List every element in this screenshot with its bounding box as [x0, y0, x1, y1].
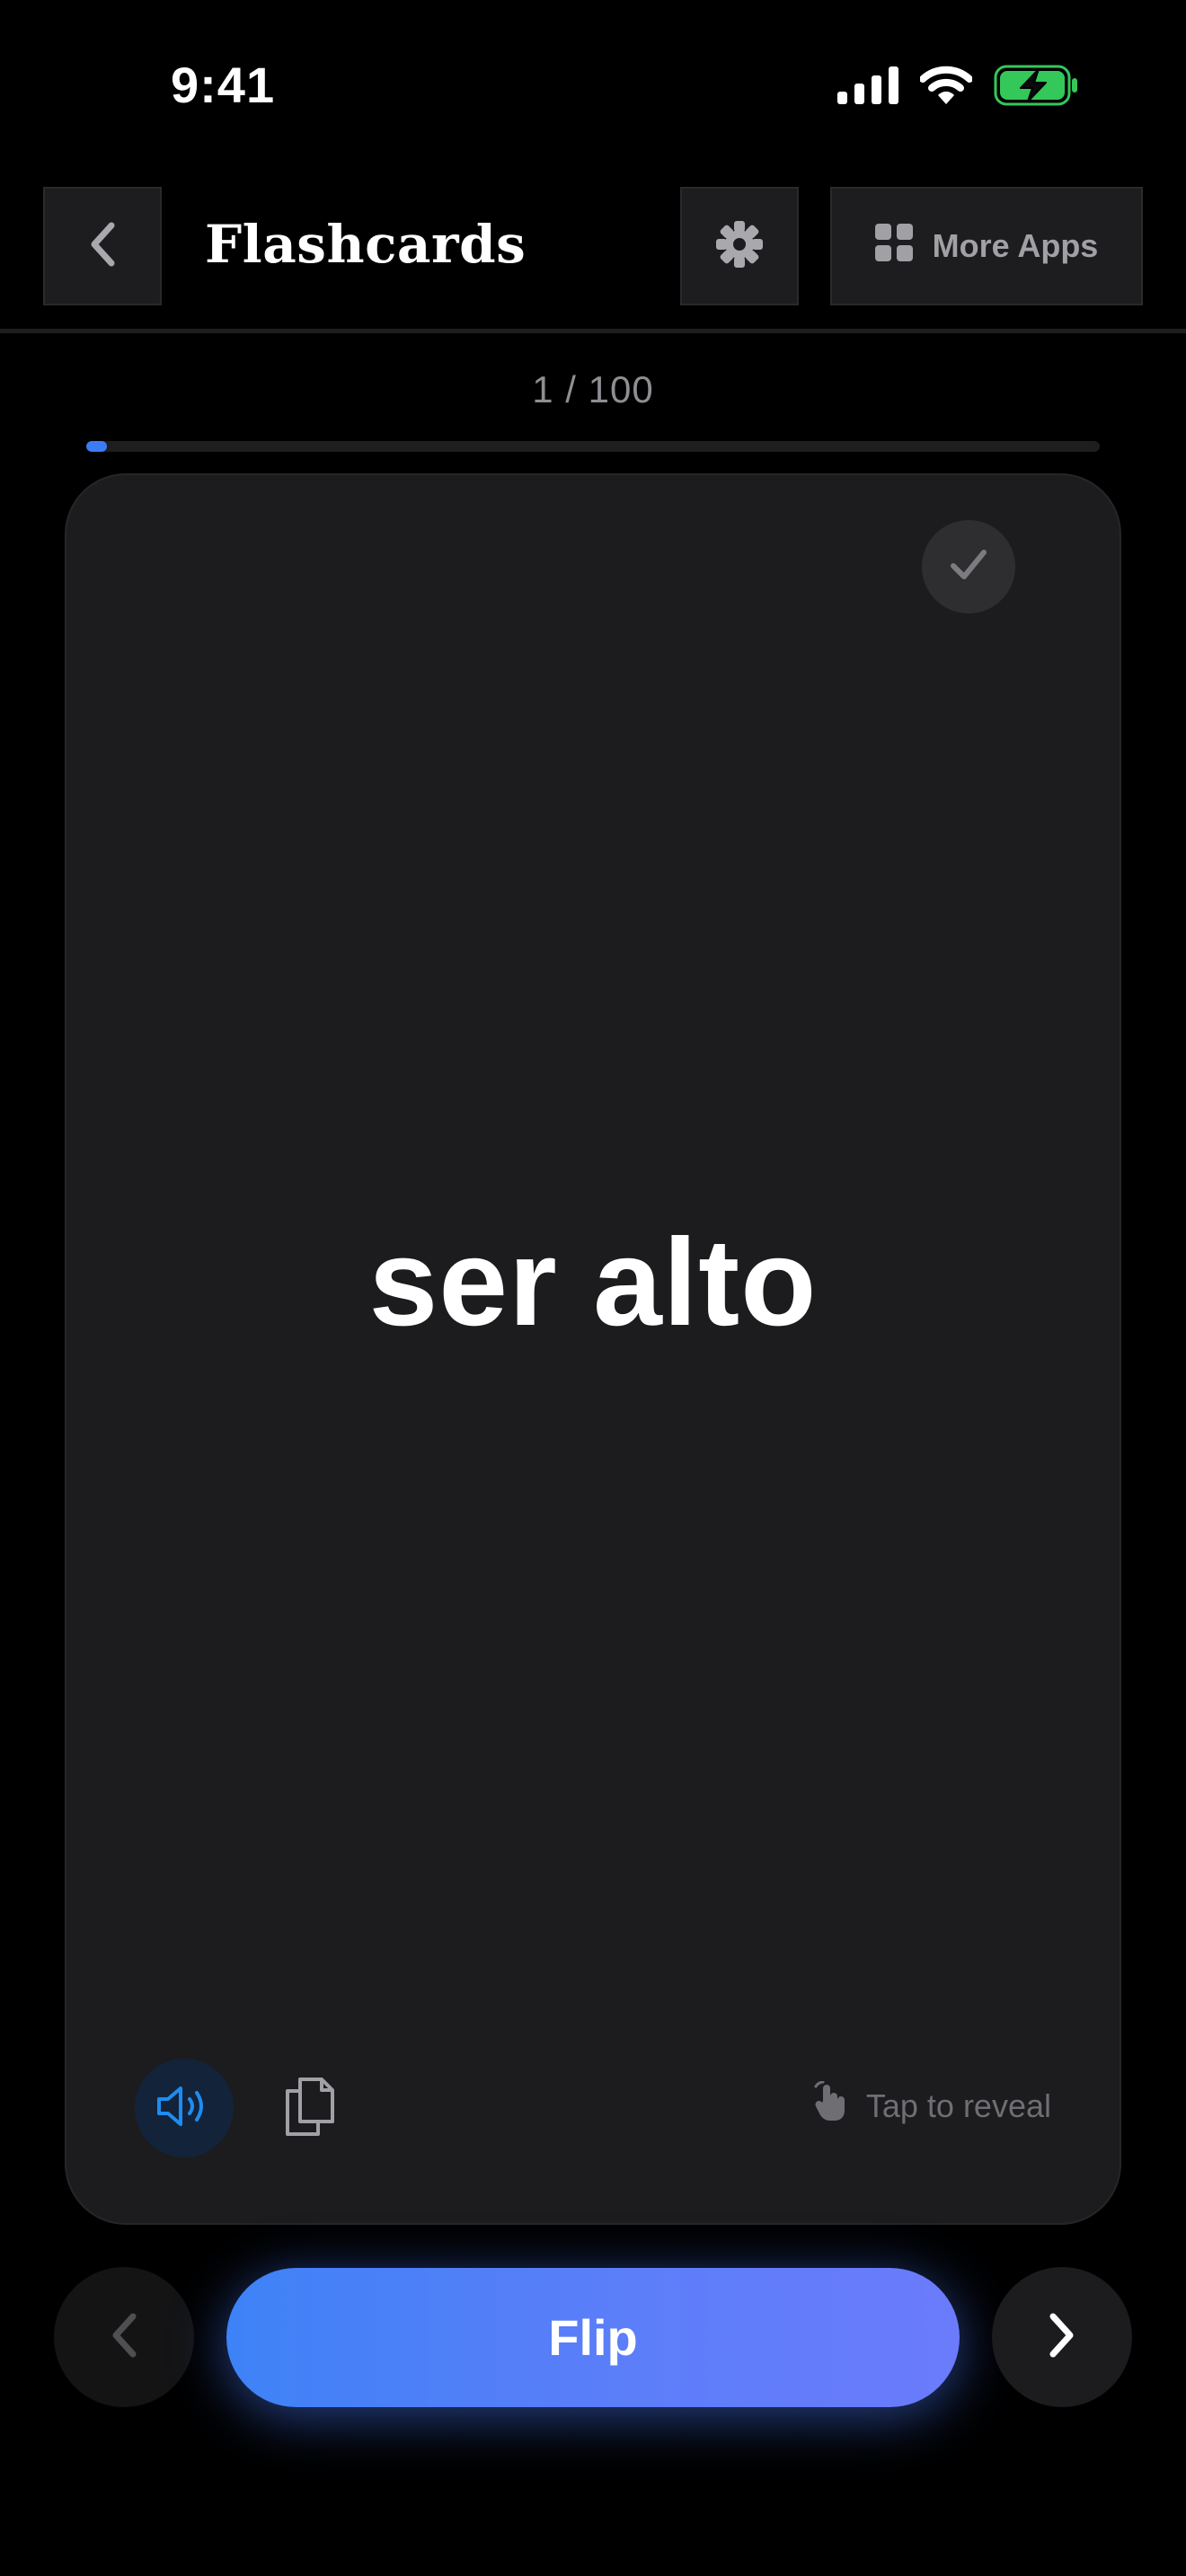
status-icons	[837, 63, 1078, 108]
speak-button[interactable]	[135, 2059, 234, 2157]
chevron-right-icon	[1047, 2311, 1077, 2364]
checkmark-icon	[949, 547, 988, 587]
progress-bar	[86, 441, 1100, 452]
tap-to-reveal-hint: Tap to reveal	[812, 2080, 1051, 2130]
cellular-signal-icon	[837, 66, 898, 104]
tap-hand-icon	[812, 2080, 850, 2130]
more-apps-button[interactable]: More Apps	[830, 187, 1143, 305]
copy-icon	[282, 2075, 336, 2142]
status-time: 9:41	[171, 57, 276, 113]
page-title: Flashcards	[205, 214, 527, 275]
next-card-button[interactable]	[992, 2267, 1132, 2407]
flashcard[interactable]: ser alto Tap to reveal	[65, 473, 1121, 2225]
header-divider	[0, 329, 1186, 333]
tap-to-reveal-label: Tap to reveal	[865, 2086, 1051, 2124]
settings-button[interactable]	[680, 187, 799, 305]
battery-charging-icon	[994, 65, 1078, 106]
back-button[interactable]	[43, 187, 162, 305]
status-bar: 9:41	[0, 0, 1186, 171]
gear-icon	[714, 219, 765, 274]
speaker-icon	[155, 2084, 213, 2133]
mark-known-button[interactable]	[922, 520, 1015, 613]
copy-button[interactable]	[275, 2074, 343, 2142]
grid-icon	[874, 223, 913, 269]
card-term: ser alto	[368, 1213, 818, 1352]
progress-bar-fill	[86, 441, 107, 452]
app-header: Flashcards More Apps	[0, 187, 1186, 309]
wifi-icon	[920, 66, 972, 105]
previous-card-button[interactable]	[54, 2267, 194, 2407]
flip-button[interactable]: Flip	[226, 2268, 960, 2407]
progress-counter: 1 / 100	[532, 368, 654, 410]
chevron-left-icon	[88, 221, 117, 272]
more-apps-label: More Apps	[932, 227, 1099, 264]
chevron-left-icon	[109, 2311, 139, 2364]
